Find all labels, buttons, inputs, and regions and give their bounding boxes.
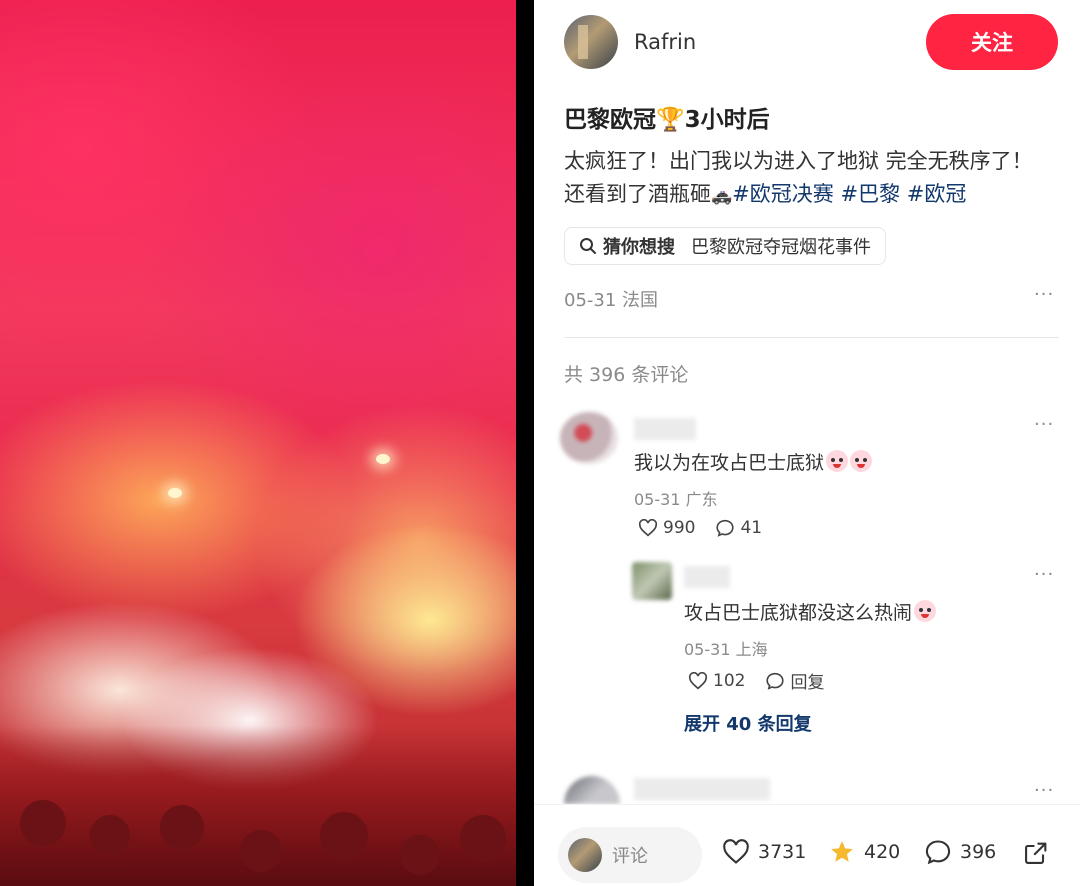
crowd-head <box>320 812 368 860</box>
suggested-search-chip[interactable]: 猜你想搜 巴黎欧冠夺冠烟花事件 <box>564 227 886 265</box>
crying-face-emoji <box>850 450 873 472</box>
crowd-head <box>400 835 440 875</box>
comment-stats: 990 41 <box>638 518 782 538</box>
reply-text-content: 攻占巴士底狱都没这么热闹 <box>684 602 913 624</box>
reply-stats: 102 回复 <box>688 668 844 693</box>
crowd-head <box>160 805 204 849</box>
reply-text: 攻占巴士底狱都没这么热闹 <box>684 598 937 625</box>
comment-like-count: 990 <box>663 518 696 538</box>
follow-button[interactable]: 关注 <box>926 14 1058 70</box>
share-icon <box>1025 842 1047 864</box>
reply-label: 回复 <box>790 673 825 693</box>
comment-username-blurred[interactable] <box>634 418 696 440</box>
speech-bubble-icon <box>766 672 785 690</box>
hashtag-link[interactable]: #巴黎 <box>840 182 900 206</box>
comment-username-blurred[interactable] <box>634 778 770 800</box>
light-spot <box>168 488 182 498</box>
reply-more-icon[interactable]: ··· <box>1034 564 1054 585</box>
share-button[interactable] <box>1022 839 1058 867</box>
favorite-count: 420 <box>864 841 901 863</box>
heart-icon <box>723 839 749 864</box>
comment-reply-button[interactable]: 41 <box>715 518 762 538</box>
crying-face-emoji <box>914 600 937 622</box>
comment-more-icon[interactable]: ··· <box>1034 414 1054 435</box>
post-detail-panel: Rafrin 关注 巴黎欧冠🏆3小时后 太疯狂了！出门我以为进入了地狱 完全无秩… <box>534 0 1080 886</box>
like-count: 3731 <box>758 841 807 863</box>
comment-input-placeholder: 评论 <box>612 846 648 867</box>
search-icon <box>580 238 596 254</box>
heart-icon <box>688 671 708 689</box>
expand-replies-link[interactable]: 展开 40 条回复 <box>684 710 812 736</box>
suggested-search-query: 巴黎欧冠夺冠烟花事件 <box>691 237 871 258</box>
divider <box>564 337 1059 338</box>
comment-avatar-blurred[interactable] <box>560 412 618 464</box>
speech-bubble-icon <box>716 519 735 537</box>
post-more-icon[interactable]: ··· <box>1034 284 1054 305</box>
comment-total-count: 396 <box>960 841 997 863</box>
crying-face-emoji <box>826 450 849 472</box>
post-body-line: 还看到了酒瓶砸🚓#欧冠决赛 #巴黎 #欧冠 <box>564 178 1064 213</box>
post-body-line: 太疯狂了！出门我以为进入了地狱 完全无秩序了！ <box>564 149 1033 173</box>
crowd-head <box>90 815 130 855</box>
hashtag-link[interactable]: #欧冠决赛 <box>732 182 834 206</box>
crowd-head <box>20 800 66 846</box>
crowd-head <box>240 830 282 872</box>
author-avatar[interactable] <box>564 15 618 69</box>
current-user-avatar <box>568 838 602 872</box>
comment-text: 我以为在攻占巴士底狱 <box>634 448 873 475</box>
post-body: 太疯狂了！出门我以为进入了地狱 完全无秩序了！ 还看到了酒瓶砸🚓#欧冠决赛 #巴… <box>564 145 1064 213</box>
favorite-button[interactable]: 420 <box>828 839 900 865</box>
author-row[interactable]: Rafrin <box>564 14 696 70</box>
comment-like-button[interactable]: 990 <box>638 518 695 538</box>
comment-count: 共 396 条评论 <box>564 364 689 386</box>
police-car-emoji: 🚓 <box>711 186 733 206</box>
speech-bubble-icon <box>925 840 951 865</box>
heart-icon <box>638 519 658 537</box>
media-divider <box>516 0 534 886</box>
comment-input[interactable]: 评论 <box>558 827 702 883</box>
post-title: 巴黎欧冠🏆3小时后 <box>564 107 770 133</box>
reply-reply-button[interactable]: 回复 <box>765 668 824 693</box>
comment-more-icon[interactable]: ··· <box>1034 780 1054 801</box>
comment-meta: 05-31 广东 <box>634 490 718 509</box>
like-button[interactable]: 3731 <box>722 839 806 865</box>
post-body-text: 还看到了酒瓶砸 <box>564 182 711 206</box>
post-media-image[interactable] <box>0 0 516 886</box>
author-name[interactable]: Rafrin <box>634 30 696 54</box>
reply-avatar-blurred[interactable] <box>632 562 672 600</box>
comment-text-content: 我以为在攻占巴士底狱 <box>634 452 825 474</box>
crowd-head <box>460 815 506 861</box>
reply-username-blurred[interactable] <box>684 566 730 588</box>
suggested-search-label: 猜你想搜 <box>603 237 675 258</box>
star-icon <box>831 841 853 862</box>
reply-meta: 05-31 上海 <box>684 640 768 659</box>
reply-like-button[interactable]: 102 <box>688 671 745 691</box>
comment-button[interactable]: 396 <box>924 839 996 865</box>
light-spot <box>376 454 390 464</box>
comment-avatar-blurred[interactable] <box>564 776 620 804</box>
bottom-action-bar: 评论 3731 420 396 <box>534 804 1080 886</box>
reply-like-count: 102 <box>713 670 746 691</box>
post-date-location: 05-31 法国 <box>564 290 659 311</box>
comment-reply-count: 41 <box>740 518 763 538</box>
hashtag-link[interactable]: #欧冠 <box>907 182 967 206</box>
